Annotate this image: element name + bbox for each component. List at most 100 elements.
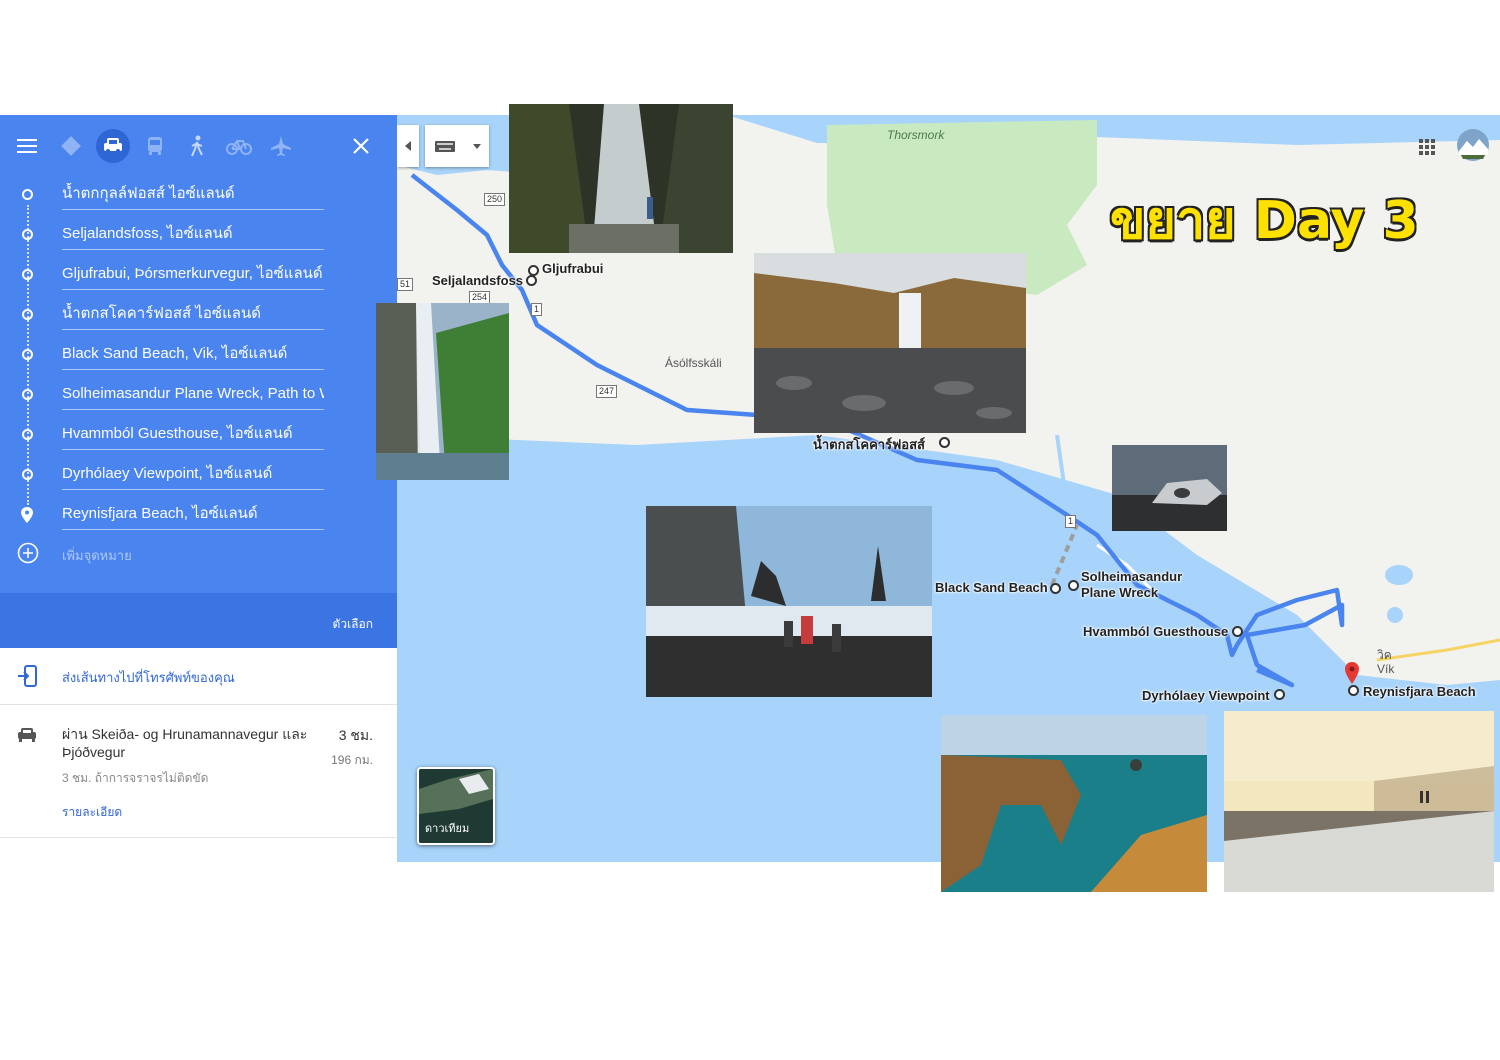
waypoint-dot-icon [22, 189, 33, 200]
route-option[interactable]: ผ่าน Skeiða- og Hrunamannavegur และ Þjóð… [0, 705, 397, 838]
skogafoss-photo [754, 253, 1026, 433]
chevron-left-icon [405, 141, 411, 151]
route-distance: 196 กม. [331, 753, 373, 767]
waypoint-input[interactable]: Hvammból Guesthouse, ไอซ์แลนด์ [62, 423, 324, 450]
waypoint-input[interactable]: Seljalandsfoss, ไอซ์แลนด์ [62, 223, 324, 250]
plane-wreck-photo [1112, 445, 1227, 531]
directions-header: น้ำตกกุลล์ฟอสส์ ไอซ์แลนด์ Seljalandsfoss… [0, 115, 397, 648]
waypoint-dot-icon [22, 429, 33, 440]
waypoint-dot-icon [22, 349, 33, 360]
day-headline: ขยาย Day 3 [1110, 191, 1419, 251]
place-label-vik: Vík [1377, 662, 1395, 676]
waypoint-dot-icon [22, 469, 33, 480]
bicycle-icon [226, 140, 252, 155]
place-label-asolfsskali: Ásólfsskáli [665, 356, 722, 370]
plane-icon [271, 136, 291, 156]
stop-marker-seljalandsfoss[interactable] [526, 275, 537, 286]
waypoint-2[interactable]: Seljalandsfoss, ไอซ์แลนด์ [0, 215, 397, 255]
walk-icon [191, 135, 203, 157]
road-number: 250 [484, 193, 506, 206]
waypoint-input[interactable]: Gljufrabui, Þórsmerkurvegur, ไอซ์แลนด์ [62, 263, 324, 290]
waypoint-7[interactable]: Hvammból Guesthouse, ไอซ์แลนด์ [0, 415, 397, 455]
collapse-panel-button[interactable] [397, 125, 419, 167]
send-to-phone-icon [18, 665, 37, 687]
seljalandsfoss-photo [376, 303, 509, 480]
waypoint-4[interactable]: น้ำตกสโคคาร์ฟอสส์ ไอซ์แลนด์ [0, 295, 397, 335]
mode-car[interactable] [96, 129, 130, 163]
road-number: 1 [531, 303, 543, 316]
waypoint-dot-icon [22, 229, 33, 240]
mode-best-route[interactable] [54, 129, 88, 163]
mode-transit[interactable] [138, 129, 172, 163]
waypoint-input[interactable]: Reynisfjara Beach, ไอซ์แลนด์ [62, 503, 324, 530]
menu-button[interactable] [10, 129, 44, 163]
waypoint-dot-icon [22, 269, 33, 280]
reynisfjara-sunset-photo [1224, 711, 1494, 892]
road-number: 1 [1065, 515, 1077, 528]
waypoint-input[interactable]: Black Sand Beach, Vik, ไอซ์แลนด์ [62, 343, 324, 370]
directions-panel: น้ำตกกุลล์ฟอสส์ ไอซ์แลนด์ Seljalandsfoss… [0, 115, 398, 862]
chevron-down-icon [473, 144, 481, 149]
waypoint-5[interactable]: Black Sand Beach, Vik, ไอซ์แลนด์ [0, 335, 397, 375]
stop-marker-guesthouse[interactable] [1232, 626, 1243, 637]
input-tools-button[interactable] [425, 125, 489, 167]
options-button[interactable]: ตัวเลือก [333, 615, 373, 634]
car-icon [104, 138, 122, 153]
place-label-seljalandsfoss: Seljalandsfoss [432, 273, 524, 288]
route-via: ผ่าน Skeiða- og Hrunamannavegur และ Þjóð… [62, 726, 308, 760]
stop-marker-plane-wreck[interactable] [1068, 580, 1079, 591]
stop-marker-dyrholaey[interactable] [1274, 689, 1285, 700]
keyboard-icon [435, 141, 455, 152]
place-label-dyrholaey: Dyrhólaey Viewpoint [1142, 688, 1270, 703]
send-to-phone-link[interactable]: ส่งเส้นทางไปที่โทรศัพท์ของคุณ [62, 667, 235, 688]
road-number: 51 [397, 278, 414, 291]
waypoint-9[interactable]: Reynisfjara Beach, ไอซ์แลนด์ [0, 495, 397, 535]
route-traffic-note: 3 ชม. ถ้าการจราจรไม่ติดขัด [62, 771, 209, 785]
place-label-gljufrabui: Gljufrabui [542, 261, 604, 276]
satellite-label: ดาวเทียม [425, 823, 470, 835]
black-sand-beach-photo [646, 506, 932, 697]
mode-walk[interactable] [180, 129, 214, 163]
close-directions-button[interactable] [344, 129, 378, 163]
place-label-plane-wreck-2: Plane Wreck [1081, 585, 1159, 600]
satellite-layer-toggle[interactable]: ดาวเทียม [417, 767, 495, 845]
place-label-reynisfjara: Reynisfjara Beach [1363, 684, 1476, 699]
waypoint-input[interactable]: Dyrhólaey Viewpoint, ไอซ์แลนด์ [62, 463, 324, 490]
waypoint-dot-icon [22, 389, 33, 400]
waypoint-dot-icon [22, 309, 33, 320]
car-icon [18, 728, 36, 742]
place-label-thorsmork: Thorsmork [887, 128, 945, 142]
mode-flight[interactable] [264, 129, 298, 163]
transit-icon [148, 137, 162, 155]
apps-grid-icon[interactable] [1419, 139, 1435, 155]
send-to-phone-row[interactable]: ส่งเส้นทางไปที่โทรศัพท์ของคุณ [0, 648, 397, 705]
destination-pin-icon [21, 507, 33, 523]
route-time: 3 ชม. [338, 727, 373, 743]
waypoint-6[interactable]: Solheimasandur Plane Wreck, Path to W [0, 375, 397, 415]
avatar[interactable] [1457, 129, 1489, 161]
waypoint-input[interactable]: Solheimasandur Plane Wreck, Path to W [62, 383, 324, 410]
place-label-black-sand-beach: Black Sand Beach [935, 580, 1048, 595]
place-label-plane-wreck: Solheimasandur [1081, 569, 1183, 584]
waypoint-8[interactable]: Dyrhólaey Viewpoint, ไอซ์แลนด์ [0, 455, 397, 495]
gljufrabui-photo [509, 104, 733, 253]
dyrholaey-arch-photo [941, 715, 1207, 892]
add-destination-input[interactable]: เพิ่มจุดหมาย [62, 545, 132, 566]
waypoint-1[interactable]: น้ำตกกุลล์ฟอสส์ ไอซ์แลนด์ [0, 175, 397, 215]
stop-marker-black-sand[interactable] [1050, 583, 1061, 594]
place-label-skogafoss: น้ำตกสโคคาร์ฟอสส์ [813, 437, 925, 452]
stop-marker-skogafoss[interactable] [939, 437, 950, 448]
waypoint-3[interactable]: Gljufrabui, Þórsmerkurvegur, ไอซ์แลนด์ [0, 255, 397, 295]
options-bar: ตัวเลือก [0, 593, 397, 648]
hamburger-menu-icon [17, 139, 37, 153]
waypoint-input[interactable]: น้ำตกสโคคาร์ฟอสส์ ไอซ์แลนด์ [62, 303, 324, 330]
travel-mode-bar [0, 115, 397, 177]
waypoint-input[interactable]: น้ำตกกุลล์ฟอสส์ ไอซ์แลนด์ [62, 183, 324, 210]
stop-marker-reynisfjara[interactable] [1348, 685, 1359, 696]
close-icon [353, 138, 369, 154]
route-details-link[interactable]: รายละเอียด [62, 803, 122, 822]
destination-pin-icon[interactable] [1345, 662, 1359, 684]
add-destination-icon[interactable] [17, 542, 39, 564]
mode-bicycle[interactable] [222, 129, 256, 163]
road-number: 247 [596, 385, 618, 398]
